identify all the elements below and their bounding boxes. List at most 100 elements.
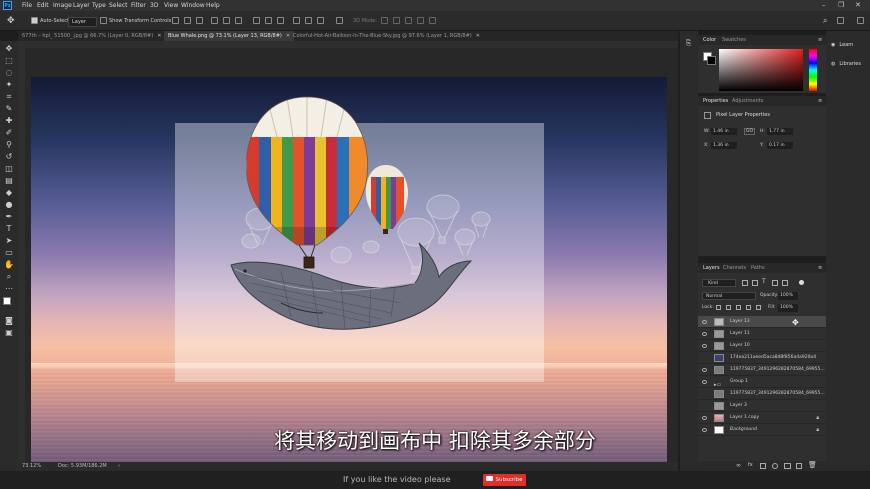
lock-position-icon[interactable] bbox=[736, 305, 741, 310]
layer-row[interactable]: Layer 10 bbox=[698, 340, 826, 352]
menu-3d[interactable]: 3D bbox=[150, 0, 158, 11]
visibility-eye-icon[interactable] bbox=[702, 332, 707, 336]
color-picker-field[interactable] bbox=[719, 49, 803, 91]
restore-icon[interactable]: ❐ bbox=[838, 0, 844, 11]
move-tool-icon[interactable]: ✥ bbox=[7, 11, 15, 31]
filter-pixel-icon[interactable] bbox=[742, 280, 748, 286]
link-layers-icon[interactable]: ∞ bbox=[736, 462, 741, 469]
tab-balloon[interactable]: Colorful-Hot-Air-Balloon-In-The-Blue-Sky… bbox=[289, 31, 484, 41]
eraser-tool-icon[interactable]: ◫ bbox=[3, 163, 15, 174]
align-center-icon[interactable] bbox=[184, 17, 191, 24]
hand-tool-icon[interactable]: ✋ bbox=[3, 259, 15, 270]
layer-row[interactable]: 119775837_3491296282870584_69955... bbox=[698, 388, 826, 400]
link-dimensions-button[interactable]: GO bbox=[744, 128, 756, 135]
minimize-icon[interactable]: – bbox=[822, 0, 826, 11]
3d-orbit-icon[interactable] bbox=[381, 17, 388, 24]
visibility-eye-icon[interactable] bbox=[702, 368, 707, 372]
filter-adjustment-icon[interactable] bbox=[752, 280, 758, 286]
3d-slide-icon[interactable] bbox=[417, 17, 424, 24]
adjustment-layer-icon[interactable] bbox=[772, 463, 778, 469]
bg-swatch[interactable] bbox=[707, 56, 716, 65]
filter-type-icon[interactable]: T bbox=[762, 278, 766, 285]
align-bottom-icon[interactable] bbox=[235, 17, 242, 24]
y-field[interactable]: 0.17 in bbox=[767, 142, 793, 149]
opacity-field[interactable]: 100% bbox=[778, 292, 798, 300]
show-transform-checkbox[interactable] bbox=[100, 17, 107, 24]
brush-tool-icon[interactable]: ✐ bbox=[3, 127, 15, 138]
align-right-icon[interactable] bbox=[196, 17, 203, 24]
tab-layers[interactable]: Layers bbox=[703, 263, 720, 273]
align-left-icon[interactable] bbox=[172, 17, 179, 24]
layer-row[interactable]: Background 🔒︎ bbox=[698, 424, 826, 436]
pen-tool-icon[interactable]: ✒ bbox=[3, 211, 15, 222]
history-brush-icon[interactable]: ↺ bbox=[3, 151, 15, 162]
visibility-eye-icon[interactable] bbox=[702, 320, 707, 324]
libraries-button[interactable]: ◍ Libraries bbox=[828, 58, 868, 70]
menu-select[interactable]: Select bbox=[109, 0, 128, 11]
layer-style-icon[interactable]: fx bbox=[748, 462, 753, 468]
new-group-icon[interactable] bbox=[784, 463, 791, 469]
quick-mask-icon[interactable]: ◙ bbox=[3, 315, 15, 326]
fill-field[interactable]: 100% bbox=[778, 304, 798, 312]
status-arrow-icon[interactable]: › bbox=[118, 462, 120, 471]
dodge-tool-icon[interactable]: ● bbox=[3, 199, 15, 210]
new-layer-icon[interactable] bbox=[796, 463, 802, 469]
tab-doc-1[interactable]: 677th – hpl_ 51500_.jpg @ 66.7% (Layer 0… bbox=[18, 31, 165, 41]
visibility-eye-icon[interactable] bbox=[702, 380, 707, 384]
menu-edit[interactable]: Edit bbox=[37, 0, 49, 11]
distribute-top-icon[interactable] bbox=[253, 17, 260, 24]
visibility-eye-icon[interactable] bbox=[702, 428, 707, 432]
distribute-bottom-icon[interactable] bbox=[277, 17, 284, 24]
learn-button[interactable]: ◉ Learn bbox=[828, 39, 868, 51]
tab-properties[interactable]: Properties bbox=[703, 96, 728, 106]
3d-scale-icon[interactable] bbox=[429, 17, 436, 24]
healing-brush-icon[interactable]: ✚ bbox=[3, 115, 15, 126]
stamp-tool-icon[interactable]: ⚲ bbox=[3, 139, 15, 150]
3d-roll-icon[interactable] bbox=[393, 17, 400, 24]
menu-filter[interactable]: Filter bbox=[131, 0, 146, 11]
auto-align-icon[interactable] bbox=[336, 17, 343, 24]
tab-adjustments[interactable]: Adjustments bbox=[732, 96, 763, 106]
blur-tool-icon[interactable]: ◆ bbox=[3, 187, 15, 198]
more-tools-icon[interactable]: ⋯ bbox=[3, 283, 15, 294]
layer-group-row[interactable]: ▸▭ Group 1 bbox=[698, 376, 826, 388]
layer-row[interactable]: 119775837_3491296282870584_69955... bbox=[698, 364, 826, 376]
distribute-center-icon[interactable] bbox=[305, 17, 312, 24]
eyedropper-icon[interactable]: ✎ bbox=[3, 103, 15, 114]
lock-all-icon[interactable] bbox=[756, 305, 761, 310]
x-field[interactable]: 1.36 in bbox=[711, 142, 737, 149]
layer-row[interactable]: Layer 1 copy 🔒︎ bbox=[698, 412, 826, 424]
path-select-icon[interactable]: ➤ bbox=[3, 235, 15, 246]
subscribe-button[interactable]: Subscribe bbox=[483, 474, 526, 486]
visibility-eye-icon[interactable] bbox=[702, 344, 707, 348]
foreground-color-swatch[interactable] bbox=[3, 297, 11, 305]
layer-row[interactable]: 174ea211aeed5aca8d8f856a4a920a4 bbox=[698, 352, 826, 364]
3d-pan-icon[interactable] bbox=[405, 17, 412, 24]
gradient-tool-icon[interactable]: ▤ bbox=[3, 175, 15, 186]
share-icon[interactable] bbox=[857, 17, 864, 24]
tab-paths[interactable]: Paths bbox=[751, 263, 765, 273]
workspace-icon[interactable] bbox=[837, 17, 844, 24]
menu-view[interactable]: View bbox=[164, 0, 178, 11]
tab-blue-whale[interactable]: Blue Whale.png @ 73.1% (Layer 13, RGB/8#… bbox=[164, 31, 295, 41]
auto-select-dropdown[interactable]: Layer bbox=[68, 17, 97, 27]
zoom-tool-icon[interactable]: ⌕ bbox=[3, 271, 15, 282]
filter-smart-icon[interactable] bbox=[782, 280, 788, 286]
delete-layer-icon[interactable]: 🗑︎ bbox=[808, 461, 817, 469]
move-tool-icon[interactable]: ✥ bbox=[3, 43, 15, 54]
width-field[interactable]: 1.46 in bbox=[711, 128, 737, 135]
close-icon[interactable]: ✕ bbox=[855, 0, 861, 11]
type-tool-icon[interactable]: T bbox=[3, 223, 15, 234]
hue-slider[interactable] bbox=[809, 49, 817, 91]
menu-layer[interactable]: Layer bbox=[73, 0, 90, 11]
tab-swatches[interactable]: Swatches bbox=[722, 35, 746, 45]
lock-transparent-icon[interactable] bbox=[716, 305, 721, 310]
crop-tool-icon[interactable]: ⌗ bbox=[3, 91, 15, 102]
menu-image[interactable]: Image bbox=[53, 0, 72, 11]
zoom-level[interactable]: 73.12% bbox=[22, 462, 41, 471]
lock-artboard-icon[interactable] bbox=[746, 305, 751, 310]
blend-mode-dropdown[interactable]: Normal bbox=[702, 292, 756, 300]
distribute-left-icon[interactable] bbox=[293, 17, 300, 24]
layer-row[interactable]: Layer 13 bbox=[698, 316, 826, 328]
align-top-icon[interactable] bbox=[211, 17, 218, 24]
